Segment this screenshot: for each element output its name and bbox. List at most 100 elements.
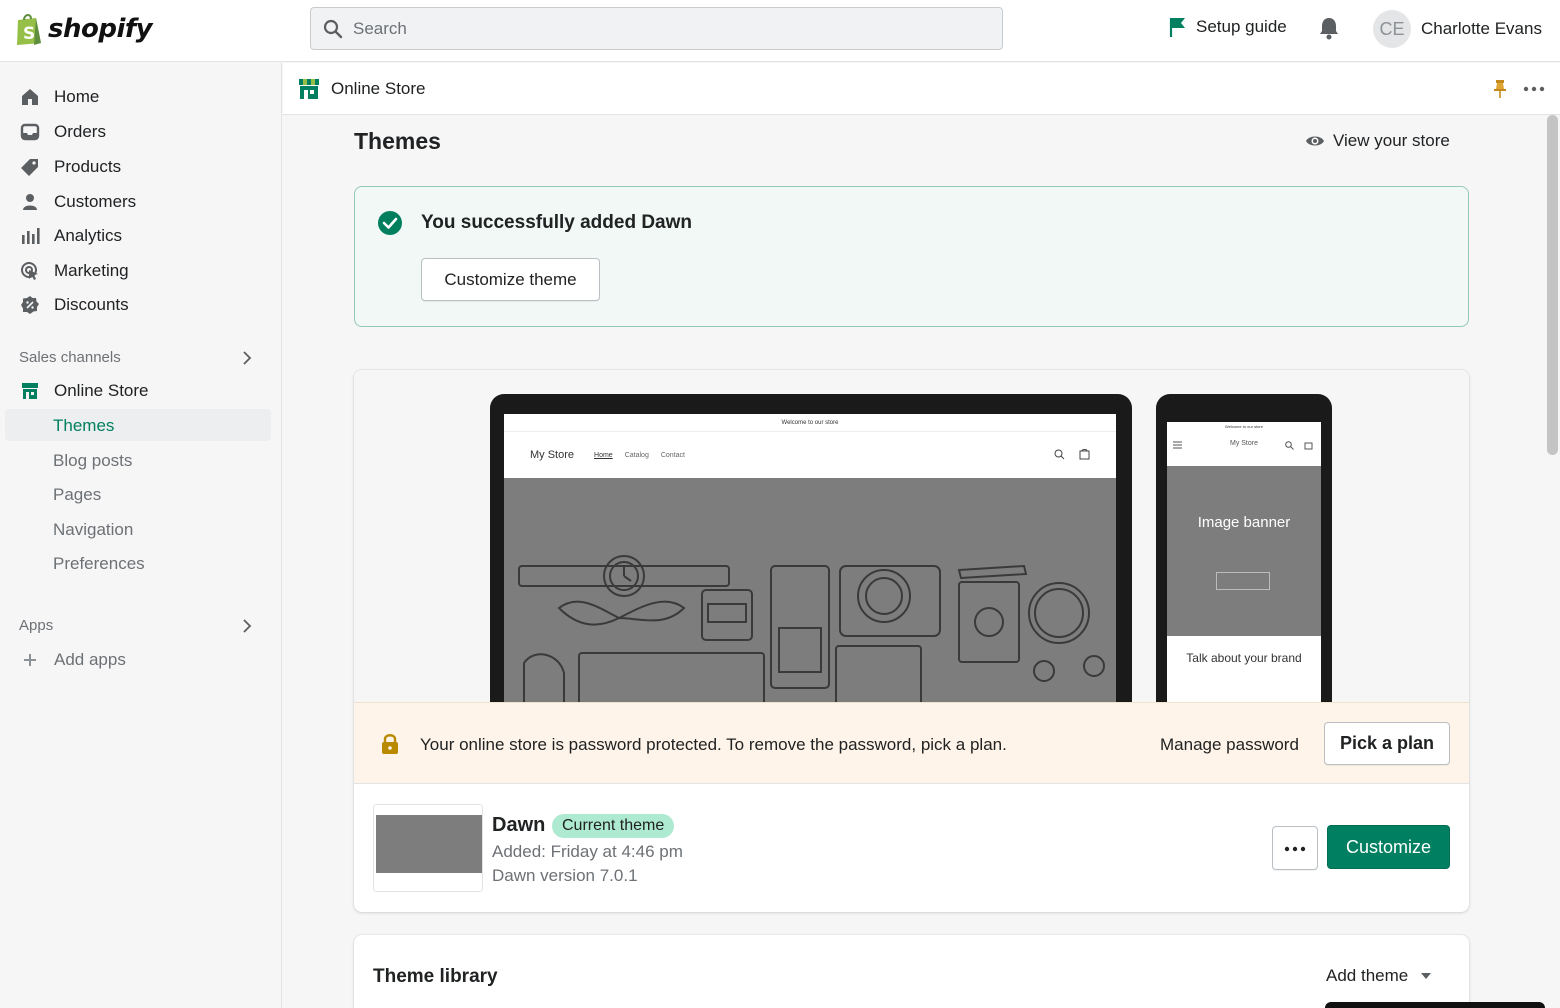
store-icon xyxy=(20,381,40,401)
view-store-button[interactable]: View your store xyxy=(1305,131,1450,151)
sidebar-item-label: Discounts xyxy=(54,295,129,314)
plus-icon xyxy=(20,650,40,670)
password-warning: Your online store is password protected.… xyxy=(354,702,1469,784)
store-icon xyxy=(299,79,319,99)
pick-plan-button[interactable]: Pick a plan xyxy=(1324,722,1450,765)
eye-icon xyxy=(1306,136,1324,146)
flag-icon xyxy=(1169,18,1185,37)
sidebar-item-label: Home xyxy=(54,87,100,106)
person-icon xyxy=(20,192,40,212)
page-title: Themes xyxy=(354,128,441,154)
sidebar-item-navigation[interactable]: Navigation xyxy=(53,520,133,540)
bell-icon xyxy=(1320,18,1338,40)
desktop-preview: Welcome to our store My Store Home Catal… xyxy=(490,394,1132,702)
chevron-right-icon xyxy=(243,351,252,365)
add-theme-button[interactable]: Add theme xyxy=(1326,966,1432,986)
theme-library-card: Theme library Add theme xyxy=(354,935,1469,1008)
current-theme-row: Dawn Current theme Added: Friday at 4:46… xyxy=(354,784,1469,912)
manage-password-link[interactable]: Manage password xyxy=(1160,735,1299,755)
preview-store-header: My Store Home Catalog Contact xyxy=(504,432,1116,478)
sidebar-item-orders[interactable]: Orders xyxy=(20,122,106,142)
user-name: Charlotte Evans xyxy=(1421,19,1542,38)
theme-added-date: Added: Friday at 4:46 pm xyxy=(492,842,683,861)
sidebar-item-marketing[interactable]: Marketing xyxy=(20,261,129,281)
status-badge: Current theme xyxy=(552,814,675,838)
sales-channels-expand[interactable] xyxy=(240,350,254,371)
sidebar-item-home[interactable]: Home xyxy=(20,87,99,107)
brand-text: Talk about your brand xyxy=(1186,651,1302,665)
sidebar-item-themes[interactable]: Themes xyxy=(53,416,114,436)
shop-all-button xyxy=(1216,572,1270,590)
customize-button[interactable]: Customize xyxy=(1327,825,1450,869)
breadcrumb[interactable]: Online Store xyxy=(297,77,426,101)
breadcrumb-label: Online Store xyxy=(331,79,426,98)
user-menu[interactable]: CE Charlotte Evans xyxy=(1373,10,1542,48)
current-theme-card: Welcome to our store My Store Home Catal… xyxy=(354,370,1469,912)
sidebar-item-analytics[interactable]: Analytics xyxy=(20,226,122,246)
sidebar-item-products[interactable]: Products xyxy=(20,157,121,177)
sidebar-item-label: Marketing xyxy=(54,261,129,280)
discount-icon xyxy=(20,295,40,315)
more-actions-button[interactable] xyxy=(1523,79,1545,104)
shopify-logo[interactable]: S shopify xyxy=(14,12,153,46)
sidebar-item-customers[interactable]: Customers xyxy=(20,192,136,212)
notifications-button[interactable] xyxy=(1318,16,1340,45)
preview-nav-item: Catalog xyxy=(624,451,649,459)
cart-icon xyxy=(1079,449,1090,460)
theme-name: Dawn xyxy=(492,814,546,836)
more-horizontal-icon xyxy=(1284,846,1306,852)
announcement-bar: Welcome to our store xyxy=(504,414,1116,432)
sidebar-item-preferences[interactable]: Preferences xyxy=(53,554,145,574)
sidebar-item-label: Analytics xyxy=(54,226,123,245)
search-input[interactable] xyxy=(353,18,953,39)
shopify-bag-icon: S xyxy=(17,14,41,45)
view-store-label: View your store xyxy=(1333,131,1450,150)
sidebar: Home Orders Products Customers Analytics… xyxy=(0,63,282,1008)
home-icon xyxy=(20,87,40,107)
apps-expand[interactable] xyxy=(240,618,254,639)
desktop-preview-screen: Welcome to our store My Store Home Catal… xyxy=(504,414,1116,702)
sidebar-item-label: Add apps xyxy=(54,650,126,669)
menu-icon xyxy=(1173,441,1182,449)
sidebar-item-discounts[interactable]: Discounts xyxy=(20,295,129,315)
scrollbar-thumb[interactable] xyxy=(1547,115,1558,455)
preview-nav-item: Home xyxy=(594,451,613,459)
customize-theme-button[interactable]: Customize theme xyxy=(421,258,600,301)
success-banner: You successfully added Dawn Customize th… xyxy=(354,186,1469,327)
preview-store-name: My Store xyxy=(1229,440,1258,447)
chevron-right-icon xyxy=(243,619,252,633)
cart-icon xyxy=(1304,442,1313,450)
success-message: You successfully added Dawn xyxy=(421,212,693,233)
pin-button[interactable] xyxy=(1493,79,1507,104)
active-item-highlight xyxy=(5,409,271,441)
sidebar-item-pages[interactable]: Pages xyxy=(53,485,101,505)
setup-guide-label: Setup guide xyxy=(1196,17,1287,36)
sidebar-item-label: Products xyxy=(54,157,122,176)
password-warning-message: Your online store is password protected.… xyxy=(420,735,1007,754)
image-banner-heading: Image banner xyxy=(1197,514,1291,531)
sidebar-item-add-apps[interactable]: Add apps xyxy=(20,650,126,670)
svg-text:S: S xyxy=(23,24,35,44)
scrollbar[interactable] xyxy=(1545,115,1560,1008)
lock-icon xyxy=(382,734,398,754)
logo-text: shopify xyxy=(48,14,153,44)
search-bar[interactable] xyxy=(310,7,1003,50)
sidebar-item-online-store[interactable]: Online Store xyxy=(20,381,149,401)
sales-channels-label: Sales channels xyxy=(19,349,121,366)
product-illustration xyxy=(518,555,1105,702)
theme-library-title: Theme library xyxy=(373,966,498,987)
preview-image-banner: Image banner xyxy=(1167,466,1321,636)
top-bar: S shopify Setup guide CE Charlotte Evans xyxy=(0,0,1560,62)
orders-icon xyxy=(20,122,40,142)
sidebar-item-label: Online Store xyxy=(54,381,149,400)
caret-down-icon xyxy=(1421,973,1432,979)
avatar: CE xyxy=(1373,10,1411,48)
preview-nav: Home Catalog Contact xyxy=(594,452,685,459)
theme-actions-button[interactable] xyxy=(1272,826,1318,870)
search-icon xyxy=(1054,449,1065,460)
main-header: Online Store xyxy=(283,63,1560,115)
sidebar-item-blog-posts[interactable]: Blog posts xyxy=(53,451,132,471)
setup-guide-button[interactable]: Setup guide xyxy=(1168,16,1287,38)
mobile-preview: Welcome to our store My Store Image bann… xyxy=(1156,394,1332,702)
theme-preview: Welcome to our store My Store Home Catal… xyxy=(354,370,1469,702)
